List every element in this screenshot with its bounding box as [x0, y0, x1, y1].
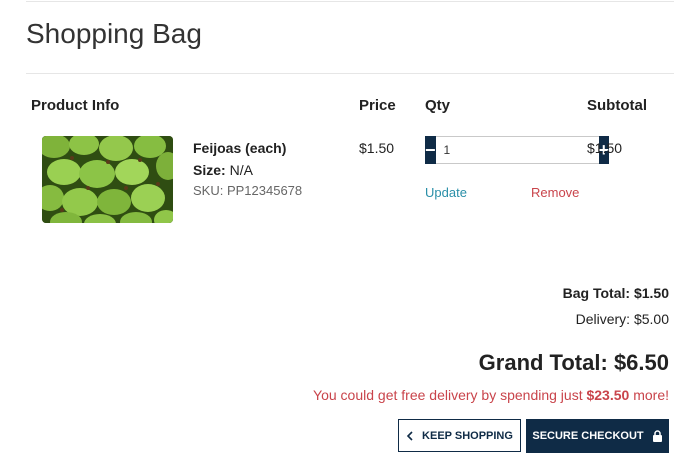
- promo-amount: $23.50: [586, 387, 630, 403]
- item-subtotal: $1.50: [587, 140, 623, 156]
- decrement-button[interactable]: −: [425, 136, 436, 164]
- bag-total-label: Bag Total:: [562, 285, 631, 301]
- grand-total: Grand Total: $6.50: [479, 350, 669, 376]
- title-divider: [26, 73, 674, 74]
- promo-prefix: You could get free delivery by spending …: [313, 387, 587, 403]
- grand-total-value: $6.50: [613, 350, 669, 375]
- item-price: $1.50: [359, 140, 395, 156]
- secure-checkout-button[interactable]: SECURE CHECKOUT: [526, 419, 669, 453]
- product-size: Size: N/A: [193, 162, 253, 178]
- lock-icon: [652, 430, 663, 442]
- bag-total: Bag Total: $1.50: [563, 285, 669, 301]
- header-price: Price: [359, 97, 396, 114]
- product-name[interactable]: Feijoas (each): [193, 140, 286, 156]
- delivery-value: $5.00: [633, 311, 669, 327]
- header-qty: Qty: [425, 97, 451, 114]
- header-subtotal: Subtotal: [587, 97, 647, 114]
- update-link[interactable]: Update: [425, 185, 467, 200]
- product-sku: SKU: PP12345678: [193, 183, 303, 198]
- page-title: Shopping Bag: [26, 18, 202, 49]
- secure-checkout-label: SECURE CHECKOUT: [532, 430, 644, 442]
- remove-link[interactable]: Remove: [531, 185, 579, 200]
- delivery-label: Delivery:: [575, 311, 631, 327]
- keep-shopping-button[interactable]: KEEP SHOPPING: [398, 419, 521, 452]
- quantity-input[interactable]: [435, 136, 599, 164]
- bag-total-value: $1.50: [633, 285, 669, 301]
- top-divider: [26, 1, 674, 2]
- chevron-left-icon: [406, 430, 414, 441]
- grand-total-label: Grand Total:: [478, 350, 608, 375]
- minus-icon: −: [425, 139, 436, 160]
- promo-suffix: more!: [629, 387, 669, 403]
- product-image: [42, 136, 173, 223]
- quantity-stepper: − +: [425, 136, 610, 164]
- keep-shopping-label: KEEP SHOPPING: [422, 429, 513, 442]
- product-size-value: N/A: [229, 162, 253, 178]
- free-delivery-message: You could get free delivery by spending …: [313, 387, 669, 403]
- header-product-info: Product Info: [31, 97, 120, 114]
- delivery-cost: Delivery: $5.00: [576, 311, 669, 327]
- product-size-label: Size:: [193, 162, 226, 178]
